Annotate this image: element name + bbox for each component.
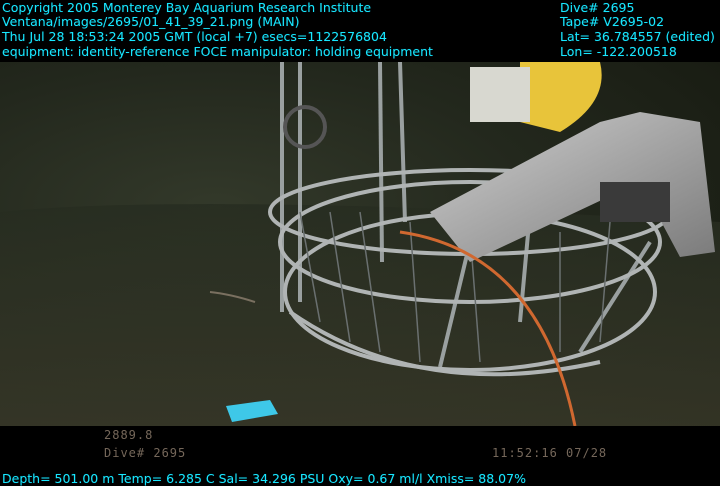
longitude: Lon= -122.200518	[560, 44, 677, 59]
image-path-text: Ventana/images/2695/01_41_39_21.png (MAI…	[2, 14, 300, 29]
sensor-readout: Depth= 501.00 m Temp= 6.285 C Sal= 34.29…	[2, 471, 526, 486]
equipment-text: equipment: identity-reference FOCE manip…	[2, 44, 433, 59]
frame-wheel	[283, 105, 327, 149]
seafloor	[0, 204, 720, 426]
dive-number: Dive# 2695	[560, 0, 635, 15]
underwater-scene	[0, 62, 720, 426]
burned-dive-label: Dive# 2695	[104, 446, 187, 460]
arm-joint	[600, 182, 670, 222]
latitude: Lat= 36.784557 (edited)	[560, 29, 715, 44]
white-housing	[470, 67, 530, 122]
tape-number: Tape# V2695-02	[560, 14, 665, 29]
burned-timecode: 11:52:16 07/28	[492, 446, 608, 460]
copyright-text: Copyright 2005 Monterey Bay Aquarium Res…	[2, 0, 372, 15]
burned-depth-code-2: 2889.8	[104, 428, 154, 442]
datetime-text: Thu Jul 28 18:53:24 2005 GMT (local +7) …	[2, 29, 387, 44]
yellow-disc	[520, 62, 602, 132]
camera-frame: 2889.8	[0, 62, 720, 426]
